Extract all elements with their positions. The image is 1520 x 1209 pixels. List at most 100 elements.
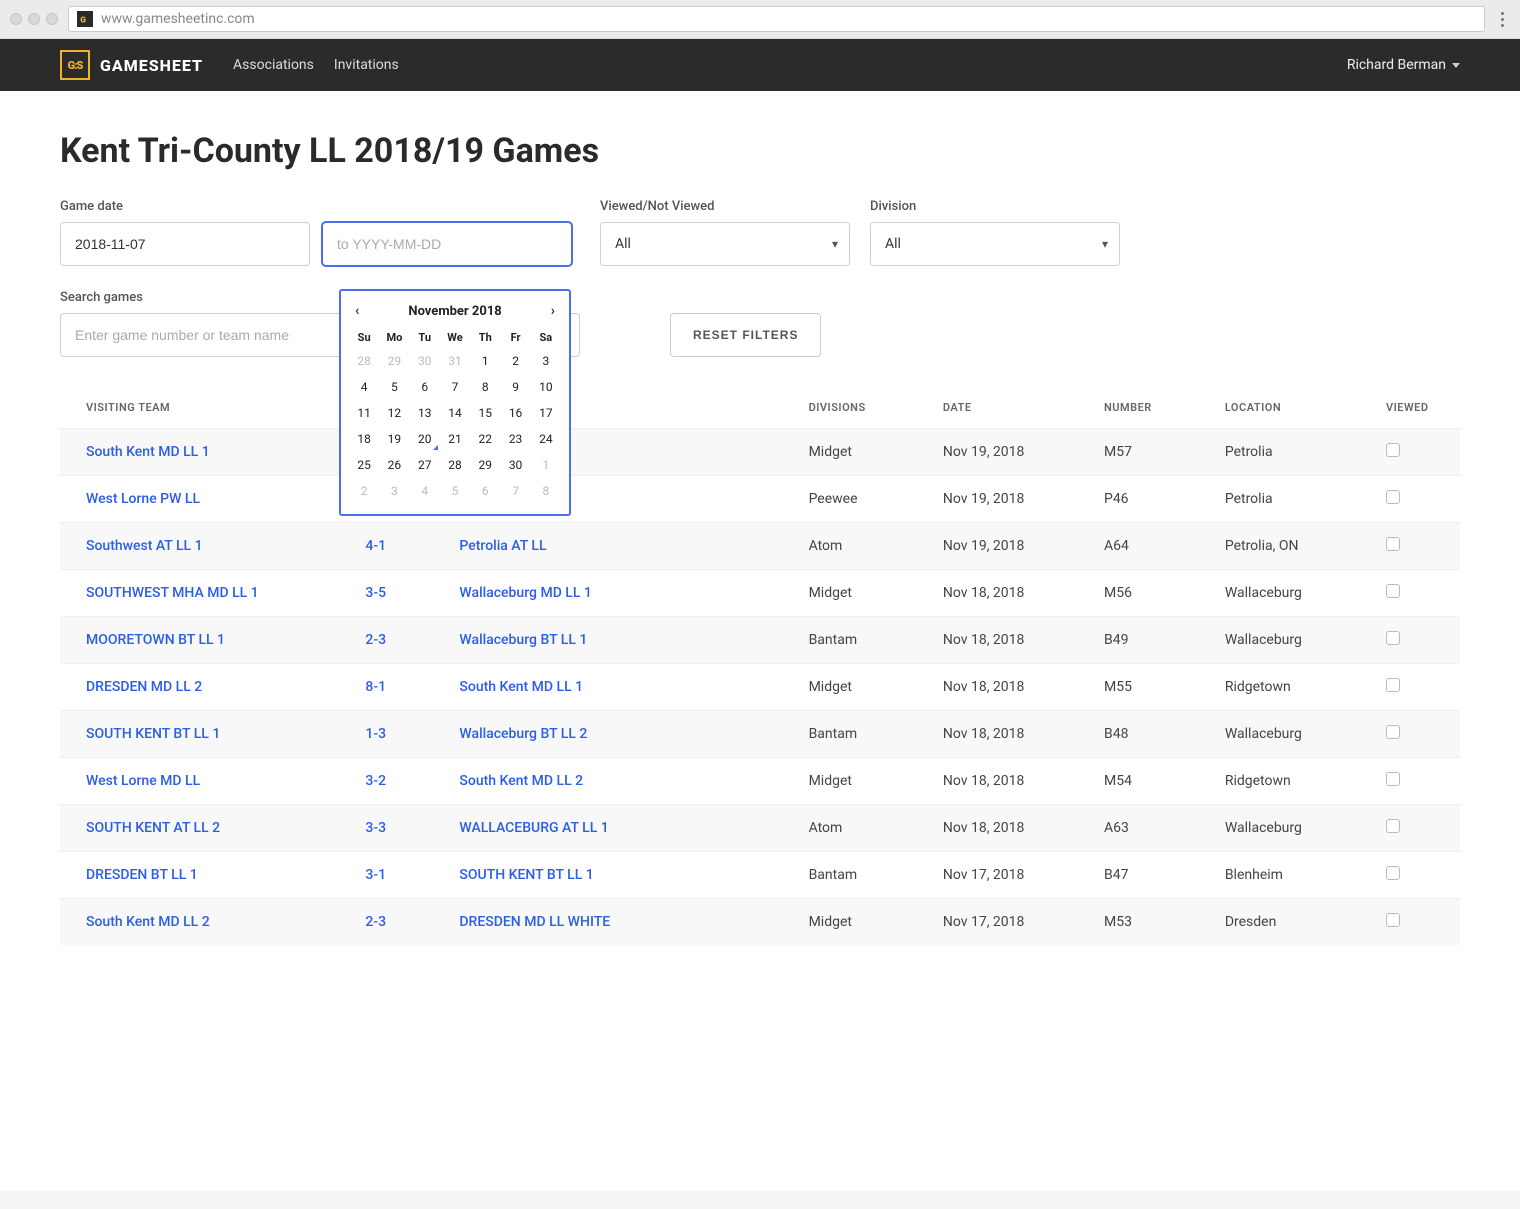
datepicker-day-muted[interactable]: 5 (440, 478, 470, 504)
browser-menu-icon[interactable] (1495, 12, 1510, 27)
datepicker-day[interactable]: 29 (470, 452, 500, 478)
table-row[interactable]: SOUTH KENT AT LL 23-3WALLACEBURG AT LL 1… (60, 805, 1460, 852)
home-team-link[interactable]: DRESDEN MD LL WHITE (459, 914, 610, 930)
table-row[interactable]: SOUTHWEST MHA MD LL 13-5Wallaceburg MD L… (60, 570, 1460, 617)
visiting-team-link[interactable]: SOUTH KENT BT LL 1 (86, 726, 220, 742)
viewed-checkbox[interactable] (1386, 443, 1400, 457)
datepicker-day-muted[interactable]: 29 (379, 348, 409, 374)
home-team-link[interactable]: SOUTH KENT BT LL 1 (459, 867, 593, 883)
visiting-team-link[interactable]: SOUTH KENT AT LL 2 (86, 820, 220, 836)
home-team-link[interactable]: Petrolia AT LL (459, 538, 546, 554)
datepicker-day-muted[interactable]: 3 (379, 478, 409, 504)
datepicker-day-muted[interactable]: 4 (410, 478, 440, 504)
table-row[interactable]: Southwest AT LL 14-1Petrolia AT LLAtomNo… (60, 523, 1460, 570)
viewed-checkbox[interactable] (1386, 913, 1400, 927)
brand[interactable]: G:S GAMESHEET (60, 50, 203, 80)
datepicker-day-muted[interactable]: 7 (500, 478, 530, 504)
visiting-team-link[interactable]: SOUTHWEST MHA MD LL 1 (86, 585, 259, 601)
datepicker-day[interactable]: 24 (531, 426, 561, 452)
viewed-checkbox[interactable] (1386, 584, 1400, 598)
datepicker-day[interactable]: 25 (349, 452, 379, 478)
table-row[interactable]: DRESDEN MD LL 28-1South Kent MD LL 1Midg… (60, 664, 1460, 711)
home-team-link[interactable]: South Kent MD LL 1 (459, 679, 583, 695)
datepicker-day[interactable]: 22 (470, 426, 500, 452)
nav-link-associations[interactable]: Associations (233, 57, 314, 73)
table-row[interactable]: SOUTH KENT BT LL 11-3Wallaceburg BT LL 2… (60, 711, 1460, 758)
datepicker-day-muted[interactable]: 28 (349, 348, 379, 374)
viewed-select[interactable]: All (600, 222, 850, 266)
datepicker-day[interactable]: 4 (349, 374, 379, 400)
datepicker-day[interactable]: 6 (410, 374, 440, 400)
datepicker-day-muted[interactable]: 31 (440, 348, 470, 374)
home-team-link[interactable]: Wallaceburg MD LL 1 (459, 585, 591, 601)
datepicker-prev-icon[interactable]: ‹ (355, 303, 359, 319)
visiting-team-link[interactable]: Southwest AT LL 1 (86, 538, 203, 554)
user-menu[interactable]: Richard Berman (1347, 57, 1460, 73)
visiting-team-link[interactable]: South Kent MD LL 2 (86, 914, 210, 930)
table-row[interactable]: West Lorne MD LL3-2South Kent MD LL 2Mid… (60, 758, 1460, 805)
visiting-team-link[interactable]: DRESDEN BT LL 1 (86, 867, 198, 883)
visiting-team-link[interactable]: West Lorne MD LL (86, 773, 200, 789)
visiting-team-link[interactable]: MOORETOWN BT LL 1 (86, 632, 225, 648)
viewed-checkbox[interactable] (1386, 678, 1400, 692)
window-close[interactable] (10, 13, 22, 25)
datepicker-day[interactable]: 12 (379, 400, 409, 426)
datepicker-day[interactable]: 13 (410, 400, 440, 426)
datepicker-next-icon[interactable]: › (551, 303, 555, 319)
viewed-checkbox[interactable] (1386, 725, 1400, 739)
datepicker-day-muted[interactable]: 30 (410, 348, 440, 374)
datepicker-day[interactable]: 10 (531, 374, 561, 400)
division-select[interactable]: All (870, 222, 1120, 266)
home-team-link[interactable]: South Kent MD LL 2 (459, 773, 583, 789)
datepicker-day[interactable]: 8 (470, 374, 500, 400)
datepicker-day[interactable]: 28 (440, 452, 470, 478)
datepicker-day[interactable]: 2 (500, 348, 530, 374)
viewed-checkbox[interactable] (1386, 537, 1400, 551)
datepicker-day[interactable]: 17 (531, 400, 561, 426)
url-bar[interactable]: G www.gamesheetinc.com (68, 6, 1485, 32)
datepicker-day[interactable]: 14 (440, 400, 470, 426)
table-row[interactable]: DRESDEN BT LL 13-1SOUTH KENT BT LL 1Bant… (60, 852, 1460, 899)
datepicker-day[interactable]: 23 (500, 426, 530, 452)
window-maximize[interactable] (46, 13, 58, 25)
datepicker-day[interactable]: 19 (379, 426, 409, 452)
home-team-link[interactable]: Wallaceburg BT LL 2 (459, 726, 587, 742)
table-row[interactable]: West Lorne PW LL2-2Petrolia PW LLPeeweeN… (60, 476, 1460, 523)
date-to-input[interactable] (322, 222, 572, 266)
viewed-checkbox[interactable] (1386, 631, 1400, 645)
datepicker-day[interactable]: 16 (500, 400, 530, 426)
datepicker-day[interactable]: 5 (379, 374, 409, 400)
datepicker-day[interactable]: 30 (500, 452, 530, 478)
viewed-checkbox[interactable] (1386, 866, 1400, 880)
datepicker-day-muted[interactable]: 8 (531, 478, 561, 504)
viewed-checkbox[interactable] (1386, 772, 1400, 786)
reset-filters-button[interactable]: RESET FILTERS (670, 313, 821, 357)
visiting-team-link[interactable]: South Kent MD LL 1 (86, 444, 210, 460)
visiting-team-link[interactable]: West Lorne PW LL (86, 491, 200, 507)
table-row[interactable]: South Kent MD LL 22-3DRESDEN MD LL WHITE… (60, 899, 1460, 946)
viewed-checkbox[interactable] (1386, 819, 1400, 833)
date-from-input[interactable] (60, 222, 310, 266)
datepicker-day[interactable]: 9 (500, 374, 530, 400)
datepicker-day-muted[interactable]: 2 (349, 478, 379, 504)
home-team-link[interactable]: Wallaceburg BT LL 1 (459, 632, 587, 648)
datepicker-day[interactable]: 18 (349, 426, 379, 452)
home-team-link[interactable]: WALLACEBURG AT LL 1 (459, 820, 608, 836)
datepicker-day[interactable]: 26 (379, 452, 409, 478)
table-row[interactable]: MOORETOWN BT LL 12-3Wallaceburg BT LL 1B… (60, 617, 1460, 664)
datepicker-day[interactable]: 11 (349, 400, 379, 426)
window-minimize[interactable] (28, 13, 40, 25)
datepicker-day[interactable]: 21 (440, 426, 470, 452)
viewed-checkbox[interactable] (1386, 490, 1400, 504)
datepicker-day[interactable]: 20 (410, 426, 440, 452)
visiting-team-link[interactable]: DRESDEN MD LL 2 (86, 679, 202, 695)
nav-link-invitations[interactable]: Invitations (334, 57, 399, 73)
datepicker-day[interactable]: 1 (470, 348, 500, 374)
datepicker-day[interactable]: 15 (470, 400, 500, 426)
datepicker-day-muted[interactable]: 6 (470, 478, 500, 504)
datepicker-day-muted[interactable]: 1 (531, 452, 561, 478)
datepicker-day[interactable]: 27 (410, 452, 440, 478)
datepicker-day[interactable]: 3 (531, 348, 561, 374)
datepicker-day[interactable]: 7 (440, 374, 470, 400)
table-row[interactable]: South Kent MD LL 17-3Petrolia MD LLMidge… (60, 429, 1460, 476)
